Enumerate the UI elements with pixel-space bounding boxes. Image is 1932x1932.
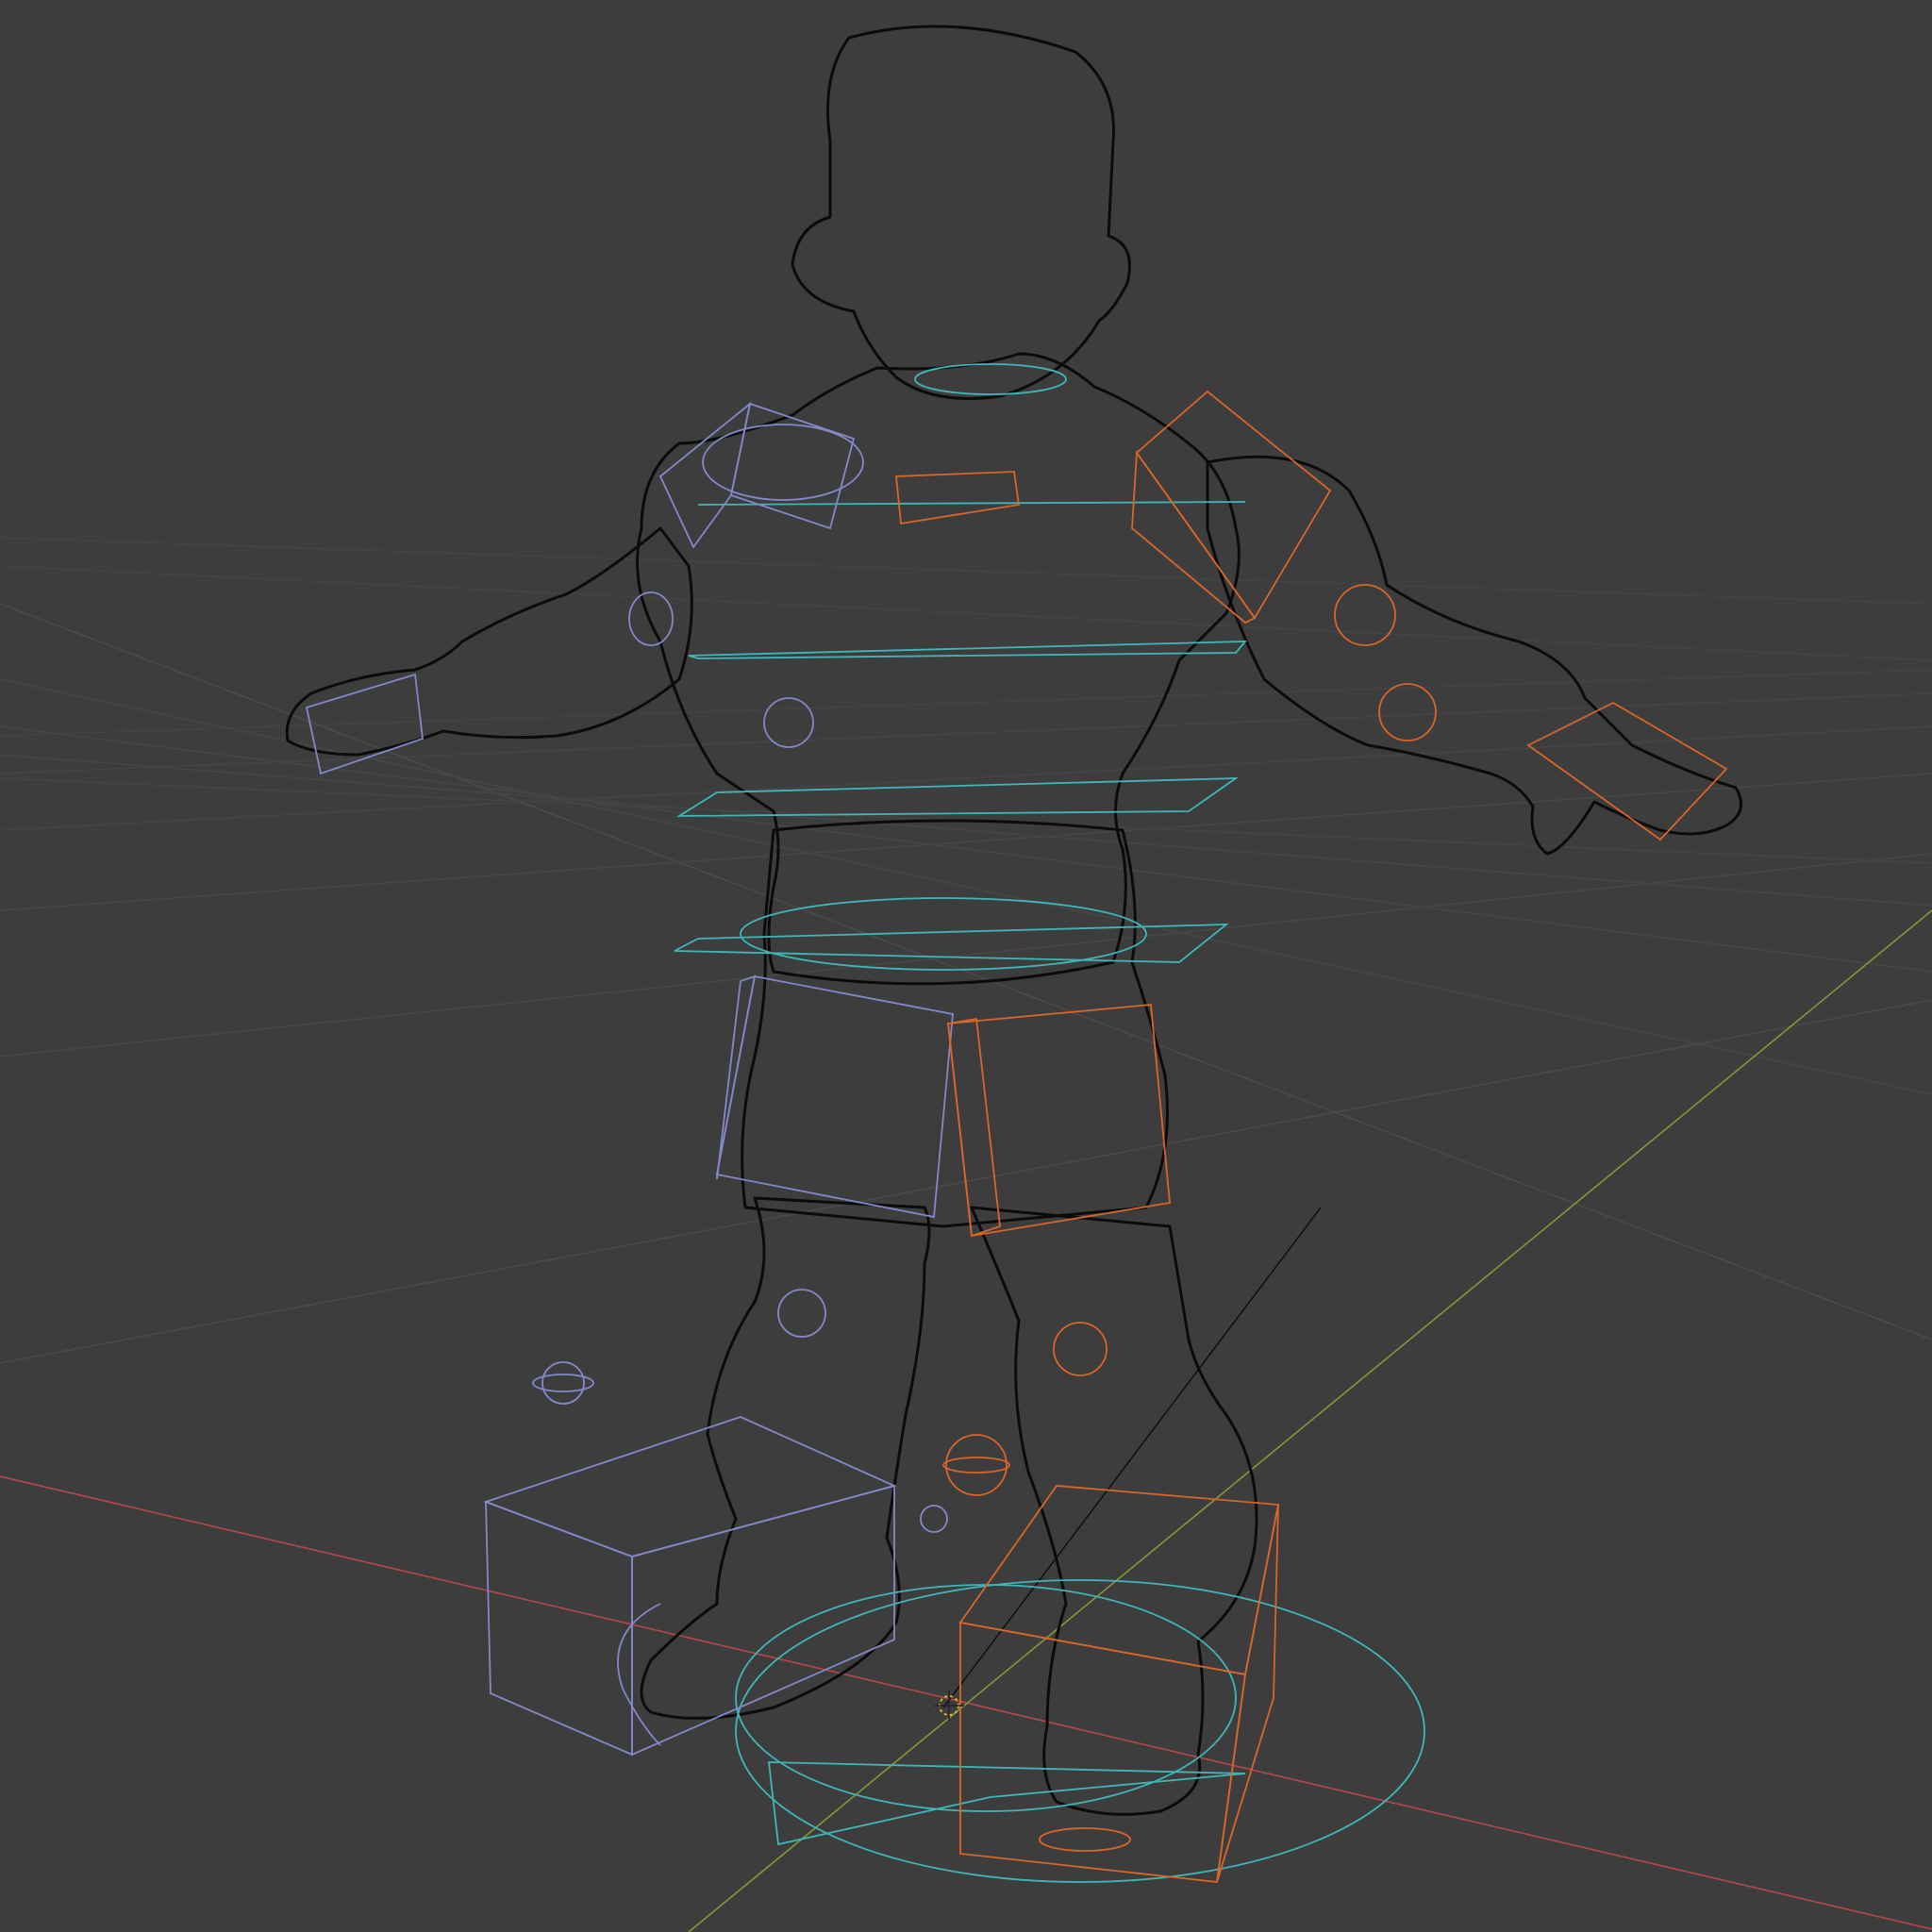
grid-line xyxy=(0,537,1932,605)
left-foot-box-top[interactable] xyxy=(483,1416,897,1557)
grid-line xyxy=(0,853,1932,1058)
right-elbow-target[interactable] xyxy=(1334,584,1396,646)
left-arm-pole[interactable] xyxy=(763,697,814,748)
grid-line xyxy=(0,754,1932,907)
hips-control[interactable] xyxy=(674,924,1229,963)
x-axis-line xyxy=(0,1475,1932,1930)
left-clavicle-control[interactable] xyxy=(702,424,864,501)
y-axis-line xyxy=(688,909,1932,1932)
left-foot-box-front[interactable] xyxy=(485,1500,633,1757)
right-foot-box-front[interactable] xyxy=(959,1621,1247,1883)
left-foot-pole[interactable] xyxy=(541,1361,585,1405)
left-thigh-box[interactable] xyxy=(715,974,954,1219)
left-ik-target[interactable] xyxy=(920,1505,948,1533)
grid-line xyxy=(0,603,1932,1341)
right-foot-pole-ring[interactable] xyxy=(942,1457,1010,1474)
grid-line xyxy=(0,725,1932,973)
right-foot-box-side[interactable] xyxy=(1216,1504,1279,1883)
left-side-controls[interactable] xyxy=(305,401,954,1757)
viewport-scene[interactable] xyxy=(0,0,1932,1932)
right-foot-box-top[interactable] xyxy=(958,1485,1280,1676)
left-shoulder-side[interactable] xyxy=(658,401,752,549)
spine-control[interactable] xyxy=(688,641,1247,659)
right-thigh-box[interactable] xyxy=(947,1004,1171,1238)
grid-line xyxy=(0,773,1932,911)
right-hand-control[interactable] xyxy=(1526,701,1728,841)
right-thigh-side[interactable] xyxy=(947,1017,1001,1238)
left-leg-mesh[interactable] xyxy=(640,1196,931,1720)
right-clavicle-control[interactable] xyxy=(895,471,1021,525)
z-axis-line xyxy=(942,1207,1322,1708)
right-foot-pole[interactable] xyxy=(945,1434,1008,1496)
waist-control[interactable] xyxy=(675,777,1239,817)
right-knee-pole[interactable] xyxy=(1053,1322,1108,1376)
right-leg-mesh[interactable] xyxy=(970,1206,1258,1816)
left-foot-box-side[interactable] xyxy=(631,1484,895,1757)
right-arm-mesh[interactable] xyxy=(1206,455,1743,856)
chest-control[interactable] xyxy=(697,501,1246,506)
grid-line xyxy=(0,669,1932,737)
head-mesh[interactable] xyxy=(791,25,1131,400)
left-heel-control[interactable] xyxy=(617,1603,661,1746)
right-arm-pole[interactable] xyxy=(1378,683,1437,741)
grid-line xyxy=(0,692,1932,774)
grid-line xyxy=(0,565,1932,661)
left-arm-mesh[interactable] xyxy=(285,526,693,757)
floor-grid xyxy=(0,537,1932,1932)
right-heel-control[interactable] xyxy=(1039,1827,1131,1852)
pelvis-control[interactable] xyxy=(740,897,1147,971)
root-control-outer[interactable] xyxy=(735,1579,1425,1883)
left-elbow-target[interactable] xyxy=(628,591,674,646)
root-control-inner[interactable] xyxy=(735,1584,1237,1812)
left-shoulder-box[interactable] xyxy=(729,402,856,530)
3d-viewport[interactable] xyxy=(0,0,1932,1932)
left-knee-pole[interactable] xyxy=(777,1289,826,1338)
torso-mesh[interactable] xyxy=(636,352,1241,986)
center-controls[interactable] xyxy=(674,363,1425,1883)
